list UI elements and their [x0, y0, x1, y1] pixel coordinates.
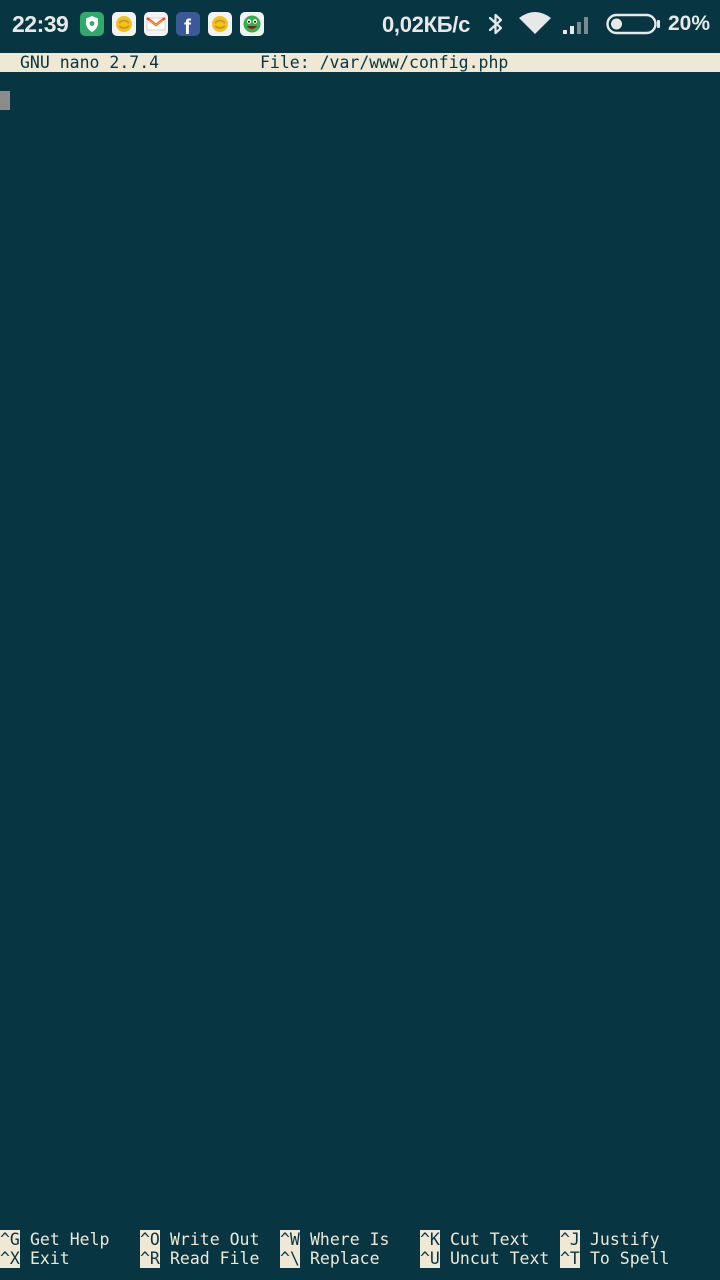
facebook-icon: f [176, 12, 200, 36]
face-icon [240, 12, 264, 36]
shortcut-write-out[interactable]: ^O Write Out [140, 1230, 259, 1249]
shortcut-key: ^J [560, 1230, 580, 1249]
shortcut-key: ^K [420, 1230, 440, 1249]
notification-icons: f [80, 12, 264, 36]
shortcut-label: Uncut Text [450, 1249, 550, 1268]
shortcut-label: Exit [30, 1249, 70, 1268]
shortcut-key: ^G [0, 1230, 20, 1249]
shortcut-key: ^T [560, 1249, 580, 1268]
shortcut-label: To Spell [590, 1249, 670, 1268]
shield-icon [80, 12, 104, 36]
shortcut-label: Get Help [30, 1230, 110, 1249]
file-name: File: /var/www/config.php [260, 53, 509, 72]
nano-title-bar: GNU nano 2.7.4 File: /var/www/config.php [0, 53, 720, 72]
edit-area[interactable] [0, 72, 720, 1222]
shortcut-cut-text[interactable]: ^K Cut Text [420, 1230, 529, 1249]
shortcut-exit[interactable]: ^X Exit [0, 1249, 70, 1268]
wifi-icon [518, 12, 552, 41]
shortcut-label: Cut Text [450, 1230, 530, 1249]
emoji-icon [112, 12, 136, 36]
shortcut-label: Justify [590, 1230, 660, 1249]
shortcut-key: ^W [280, 1230, 300, 1249]
shortcut-label: Read File [170, 1249, 260, 1268]
shortcut-key: ^O [140, 1230, 160, 1249]
shortcut-key: ^U [420, 1249, 440, 1268]
status-time: 22:39 [12, 11, 69, 37]
bluetooth-icon [486, 11, 506, 42]
shortcut-replace[interactable]: ^\ Replace [280, 1249, 380, 1268]
battery-icon [606, 13, 662, 40]
shortcut-key: ^X [0, 1249, 20, 1268]
shortcut-label: Replace [310, 1249, 380, 1268]
shortcut-to-spell[interactable]: ^T To Spell [560, 1249, 669, 1268]
cell-signal-icon [562, 13, 594, 40]
shortcut-key: ^\ [280, 1249, 300, 1268]
nano-version: GNU nano 2.7.4 [20, 53, 160, 72]
mail-icon [144, 12, 168, 36]
shortcut-key: ^R [140, 1249, 160, 1268]
phone-screen: 22:39 f 0,02КБ/с 20% GNU nano 2.7.4 File… [0, 0, 720, 1280]
text-cursor [0, 91, 10, 110]
network-speed: 0,02КБ/с [382, 12, 471, 37]
shortcut-justify[interactable]: ^J Justify [560, 1230, 660, 1249]
status-bar: 22:39 f 0,02КБ/с 20% [0, 0, 720, 50]
svg-text:f: f [184, 16, 192, 36]
shortcut-bar: ^G Get Help ^O Write Out ^W Where Is ^K … [0, 1230, 720, 1268]
shortcut-uncut-text[interactable]: ^U Uncut Text [420, 1249, 549, 1268]
emoji-icon [208, 12, 232, 36]
shortcut-where-is[interactable]: ^W Where Is [280, 1230, 389, 1249]
shortcut-get-help[interactable]: ^G Get Help [0, 1230, 109, 1249]
battery-percent: 20% [668, 12, 711, 35]
shortcut-label: Write Out [170, 1230, 260, 1249]
shortcut-read-file[interactable]: ^R Read File [140, 1249, 259, 1268]
shortcut-label: Where Is [310, 1230, 390, 1249]
